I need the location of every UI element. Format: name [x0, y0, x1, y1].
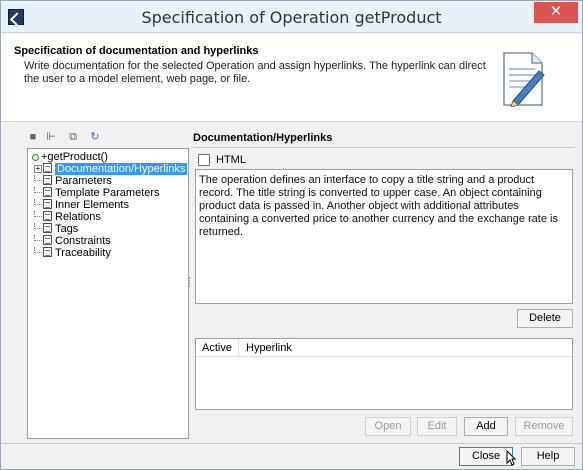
tree-item-label: Parameters — [55, 175, 112, 187]
page-icon — [43, 187, 52, 197]
tree-item-inner-elements[interactable]: Inner Elements — [34, 199, 129, 211]
refresh-icon[interactable]: ↻ — [89, 131, 101, 143]
tree-view[interactable]: +getProduct() + Documentation/Hyperlinks … — [27, 148, 189, 439]
tree-toolbar: ■ ⊩ ⧉ ↻ — [27, 129, 189, 147]
page-icon — [43, 163, 52, 173]
tree-item-label: Constraints — [55, 235, 111, 247]
tree-item-label: Relations — [55, 211, 101, 223]
footer-divider — [1, 443, 582, 444]
collapse-icon[interactable]: ■ — [27, 131, 39, 143]
tree-item-label: Documentation/Hyperlinks — [55, 163, 188, 175]
documentation-panel: Documentation/Hyperlinks HTML The operat… — [193, 129, 575, 441]
tree-item-relations[interactable]: Relations — [34, 211, 101, 223]
documentation-textarea[interactable]: The operation defines an interface to co… — [195, 169, 573, 304]
page-icon — [43, 175, 52, 185]
tree-item-parameters[interactable]: Parameters — [34, 175, 112, 187]
tree-root-label: +getProduct() — [41, 151, 108, 163]
tree-item-tags[interactable]: Tags — [34, 223, 78, 235]
copy-icon[interactable]: ⧉ — [67, 131, 79, 143]
header-title: Specification of documentation and hyper… — [14, 45, 259, 57]
page-icon — [43, 223, 52, 233]
title-bar: Specification of Operation getProduct ✕ — [1, 1, 582, 33]
tree-item-template-parameters[interactable]: Template Parameters — [34, 187, 160, 199]
tree-item-constraints[interactable]: Constraints — [34, 235, 111, 247]
tree-item-label: Inner Elements — [55, 199, 129, 211]
specification-dialog: Specification of Operation getProduct ✕ … — [0, 0, 583, 470]
tree-item-label: Traceability — [55, 247, 111, 259]
html-checkbox-row: HTML — [198, 154, 246, 167]
hyperlinks-table[interactable]: Active Hyperlink — [195, 338, 573, 410]
expand-icon[interactable]: + — [34, 165, 42, 173]
section-divider — [193, 147, 575, 148]
tree-root[interactable]: +getProduct() — [32, 151, 108, 163]
tree-item-label: Template Parameters — [55, 187, 160, 199]
tree-item-traceability[interactable]: Traceability — [34, 247, 111, 259]
column-header-hyperlink[interactable]: Hyperlink — [246, 342, 292, 354]
operation-icon — [32, 153, 39, 161]
remove-button[interactable]: Remove — [515, 417, 573, 436]
edit-button[interactable]: Edit — [417, 417, 457, 436]
html-checkbox-label: HTML — [216, 154, 246, 167]
html-checkbox[interactable] — [198, 154, 210, 167]
table-header: Active Hyperlink — [196, 339, 572, 357]
open-button[interactable]: Open — [365, 417, 411, 436]
tree-view-icon[interactable]: ⊩ — [45, 131, 57, 143]
header-description: Write documentation for the selected Ope… — [24, 60, 486, 85]
panel-splitter[interactable] — [189, 277, 192, 287]
delete-button[interactable]: Delete — [517, 309, 573, 328]
help-button[interactable]: Help — [521, 447, 575, 466]
add-button[interactable]: Add — [464, 417, 508, 436]
document-pencil-icon — [503, 52, 545, 107]
tree-item-label: Tags — [55, 223, 79, 235]
page-icon — [43, 211, 52, 221]
page-icon — [43, 235, 52, 245]
window-close-button[interactable]: ✕ — [534, 2, 578, 23]
page-icon — [43, 199, 52, 209]
close-button[interactable]: Close — [459, 447, 513, 466]
tree-item-documentation-hyperlinks[interactable]: + Documentation/Hyperlinks — [34, 163, 188, 175]
column-header-active[interactable]: Active — [202, 342, 232, 354]
mouse-pointer-icon — [506, 450, 516, 466]
section-title: Documentation/Hyperlinks — [193, 132, 333, 144]
page-icon — [43, 247, 52, 257]
window-title: Specification of Operation getProduct — [141, 8, 442, 27]
dialog-header: Specification of documentation and hyper… — [1, 34, 582, 122]
column-separator — [238, 339, 239, 357]
tree-panel: ■ ⊩ ⧉ ↻ +getProduct() + Documentation/Hyp… — [27, 129, 189, 441]
